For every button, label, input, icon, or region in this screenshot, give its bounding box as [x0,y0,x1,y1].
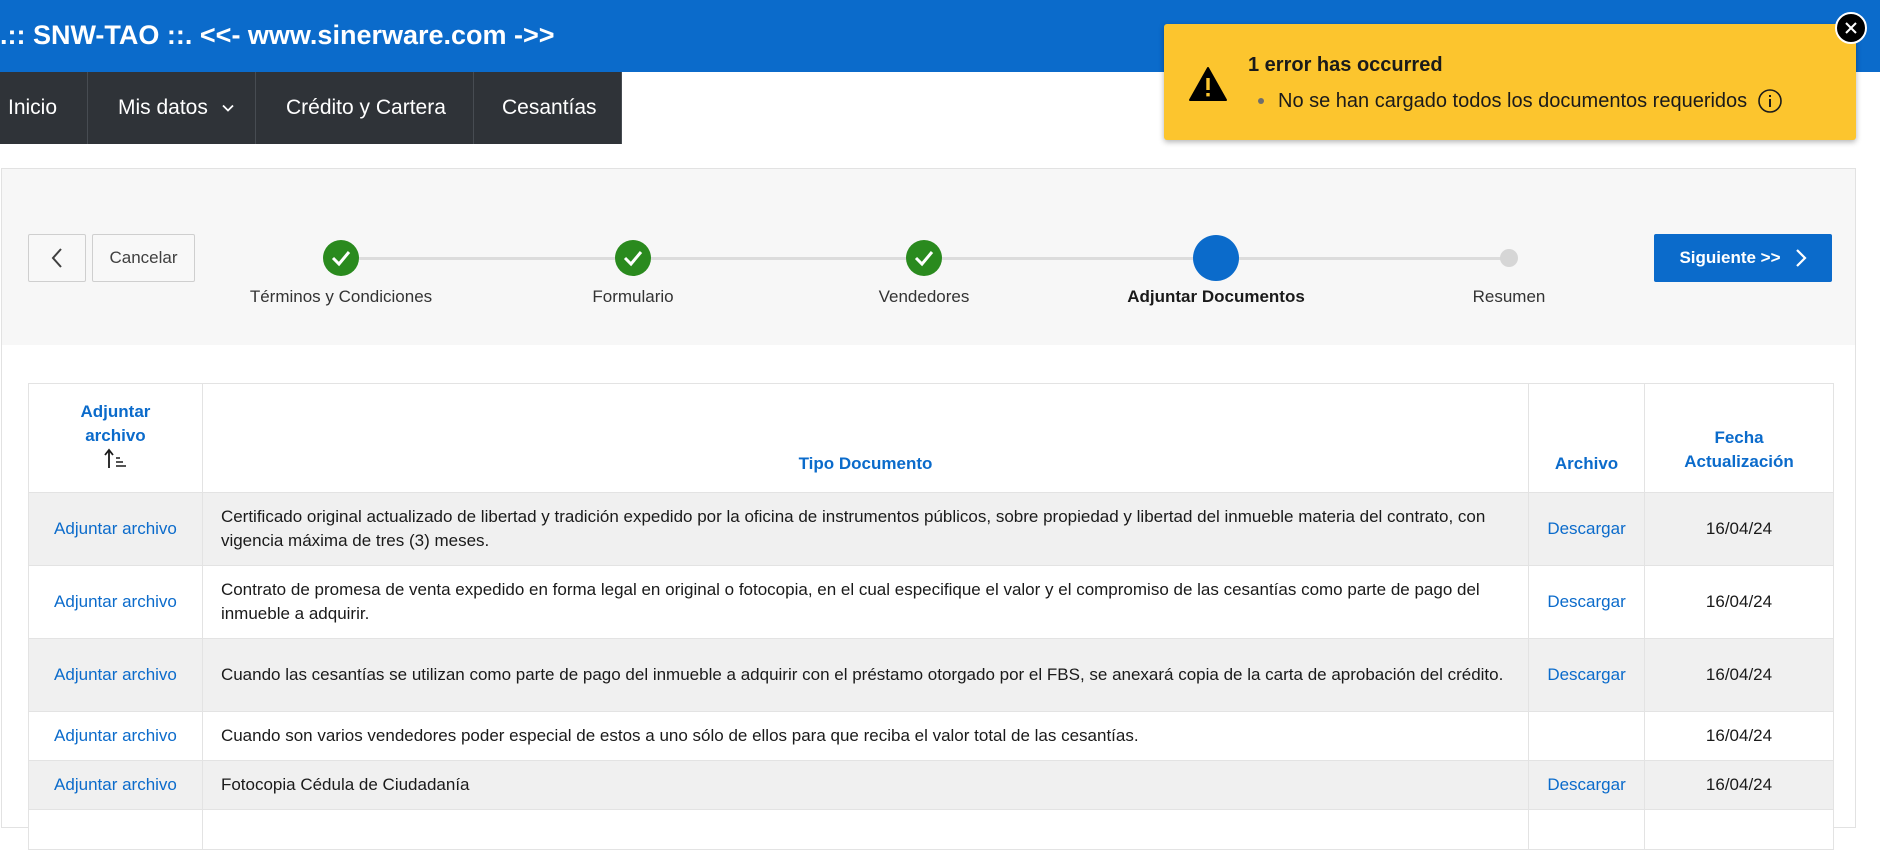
nav-item-credito[interactable]: Crédito y Cartera [256,72,474,144]
step-label: Resumen [1472,287,1546,306]
close-icon [1845,22,1857,34]
column-header-attach[interactable]: Adjuntar archivo [28,383,203,493]
nav-item-label: Mis datos [118,96,208,119]
date-cell: 16/04/24 [1644,565,1834,639]
checkmark-icon [331,251,351,267]
documents-table: Adjuntar archivo Tipo Documento Archivo … [28,383,1834,850]
date-cell: 16/04/24 [1644,492,1834,566]
notification-title: 1 error has occurred [1248,54,1443,76]
chevron-left-icon [51,248,62,268]
download-link[interactable]: Descargar [1547,775,1625,794]
document-type-cell: Cuando son varios vendedores poder espec… [201,711,1530,761]
step-label: Términos y Condiciones [249,287,433,306]
column-header-label: Adjuntar archivo [80,401,151,445]
back-button[interactable] [28,234,86,282]
download-link[interactable]: Descargar [1547,665,1625,684]
column-header-type[interactable]: Tipo Documento [201,383,1530,493]
sort-ascending-icon [104,448,127,468]
step-label: Formulario [592,287,674,306]
step-3-complete-dot [906,240,942,276]
step-1-complete-dot [323,240,359,276]
nav-item-cesantias[interactable]: Cesantías [474,72,622,144]
table-row: Adjuntar archivo Contrato de promesa de … [28,565,1834,639]
column-header-label: Fecha Actualización [1684,428,1794,471]
warning-icon [1189,67,1227,101]
nav-item-label: Crédito y Cartera [286,96,446,119]
table-row: Adjuntar archivo Cuando son varios vende… [28,711,1834,761]
attach-file-link[interactable]: Adjuntar archivo [54,519,177,538]
attach-file-link[interactable]: Adjuntar archivo [54,592,177,611]
content-region: Cancelar Términos y Condiciones Formular… [1,168,1856,850]
info-icon[interactable] [1757,88,1783,114]
bullet-icon [1258,98,1264,104]
download-link[interactable]: Descargar [1547,519,1625,538]
table-row: Adjuntar archivo Certificado original ac… [28,492,1834,566]
date-cell: 16/04/24 [1644,711,1834,761]
table-row-partial [28,809,1834,850]
table-row: Adjuntar archivo Cuando las cesantías se… [28,638,1834,712]
nav-item-label: Cesantías [502,96,597,119]
attach-file-link[interactable]: Adjuntar archivo [54,665,177,684]
attach-file-link[interactable]: Adjuntar archivo [54,726,177,745]
table-header-row: Adjuntar archivo Tipo Documento Archivo … [28,383,1834,493]
table-row: Adjuntar archivo Fotocopia Cédula de Ciu… [28,760,1834,810]
column-header-file[interactable]: Archivo [1528,383,1646,493]
nav-item-inicio[interactable]: Inicio [0,72,88,144]
attach-file-link[interactable]: Adjuntar archivo [54,775,177,794]
document-type-cell: Cuando las cesantías se utilizan como pa… [201,638,1530,712]
step-2-complete-dot [615,240,651,276]
step-4-current-dot [1193,235,1239,281]
download-link[interactable]: Descargar [1547,592,1625,611]
column-header-date[interactable]: Fecha Actualización [1644,383,1834,493]
app-title: .:: SNW-TAO ::. <<- www.sinerware.com ->… [0,20,555,50]
chevron-down-icon [222,104,234,112]
step-5-pending-dot [1500,249,1518,267]
chevron-right-icon [1795,249,1807,267]
nav-item-label: Inicio [8,96,58,119]
document-type-cell: Fotocopia Cédula de Ciudadanía [201,760,1530,810]
close-notification-button[interactable] [1835,12,1867,44]
notification-message: No se han cargado todos los documentos r… [1278,89,1748,112]
checkmark-icon [623,251,643,267]
next-button[interactable]: Siguiente >> [1654,234,1832,282]
next-button-label: Siguiente >> [1679,248,1781,267]
error-notification: 1 error has occurred No se han cargado t… [1164,24,1856,140]
date-cell: 16/04/24 [1644,638,1834,712]
date-cell: 16/04/24 [1644,760,1834,810]
document-type-cell: Contrato de promesa de venta expedido en… [201,565,1530,639]
cancel-button[interactable]: Cancelar [92,234,195,282]
step-label: Vendedores [878,287,970,306]
document-type-cell: Certificado original actualizado de libe… [201,492,1530,566]
checkmark-icon [914,251,934,267]
nav-item-mis-datos[interactable]: Mis datos [88,72,256,144]
notification-message-item: No se han cargado todos los documentos r… [1258,88,1783,114]
wizard-bar: Cancelar Términos y Condiciones Formular… [2,169,1855,345]
step-label-current: Adjuntar Documentos [1127,287,1305,306]
nav-menu: Inicio Mis datos Crédito y Cartera Cesan… [0,72,622,144]
